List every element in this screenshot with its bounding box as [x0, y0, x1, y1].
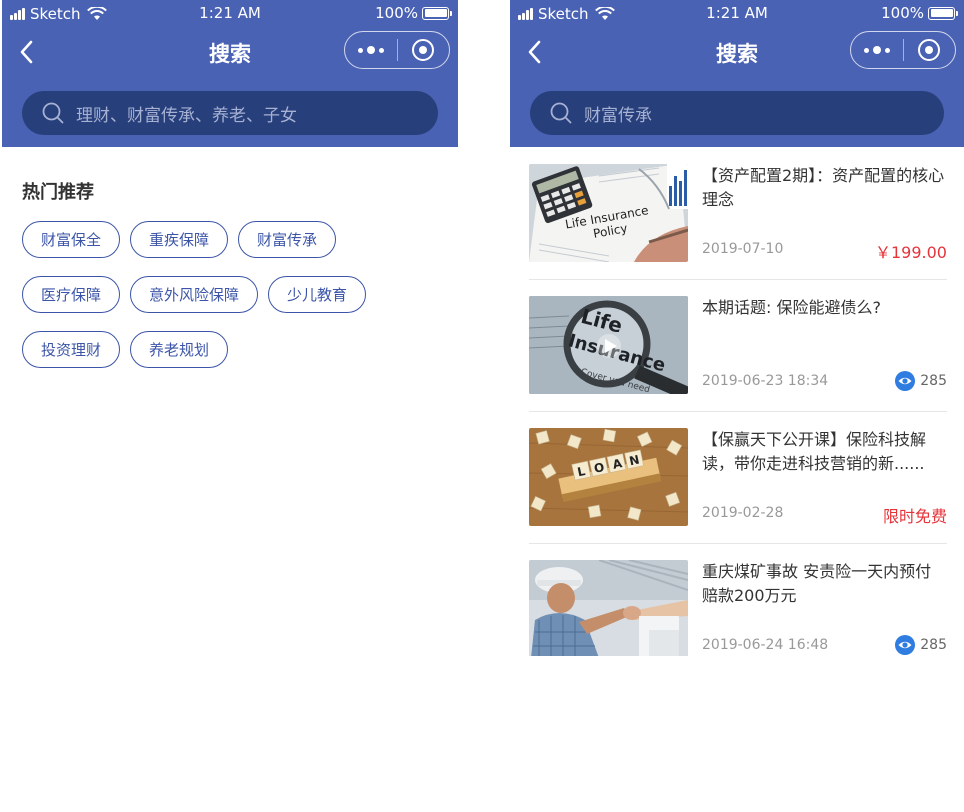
more-button[interactable]: [345, 32, 397, 68]
result-item[interactable]: 重庆煤矿事故 安责险一天内预付赔款200万元 2019-06-24 16:48 …: [529, 544, 947, 656]
tag-button[interactable]: 医疗保障: [22, 276, 121, 313]
thumbnail-image: LOAN: [529, 428, 688, 526]
target-circle-icon: [918, 39, 941, 61]
chevron-left-icon: [20, 40, 33, 64]
hot-recommend-title: 热门推荐: [22, 182, 94, 203]
result-item[interactable]: Life Insurance Policy 【资产配置2期】：资产配置的核心理念…: [529, 148, 947, 280]
status-bar: Sketch 1:21 AM 100%: [510, 0, 964, 28]
nav-bar: 搜索: [2, 30, 458, 74]
search-input[interactable]: 理财、财富传承、养老、子女: [22, 91, 438, 135]
search-screen-right: Sketch 1:21 AM 100% 搜索 财富传承 Life Insuran…: [510, 0, 964, 812]
more-dots-icon: [862, 46, 892, 54]
thumbnail-image: Life Insurance Policy: [529, 164, 688, 262]
search-input[interactable]: 财富传承: [530, 91, 944, 135]
carrier-label: Sketch: [30, 5, 81, 23]
tag-button[interactable]: 意外风险保障: [130, 276, 259, 313]
target-circle-icon: [412, 39, 435, 61]
free-badge: 限时免费: [882, 507, 947, 526]
chevron-left-icon: [528, 40, 541, 64]
search-results-list: Life Insurance Policy 【资产配置2期】：资产配置的核心理念…: [510, 148, 964, 656]
result-date: 2019-02-28: [702, 505, 784, 521]
battery-percent: 100%: [375, 4, 418, 22]
close-miniprogram-button[interactable]: [904, 32, 956, 68]
tag-button[interactable]: 投资理财: [22, 331, 121, 368]
result-title: 本期话题: 保险能避债么?: [702, 298, 881, 317]
close-miniprogram-button[interactable]: [398, 32, 450, 68]
result-date: 2019-07-10: [702, 241, 784, 257]
battery-icon: [422, 6, 452, 20]
eye-icon: [895, 635, 916, 655]
wifi-icon: [594, 7, 615, 20]
header: Sketch 1:21 AM 100% 搜索: [510, 0, 964, 147]
search-screen-left: Sketch 1:21 AM 100% 搜索 理财、财富传承、养老、子女 热门推…: [2, 0, 458, 812]
tag-button[interactable]: 少儿教育: [268, 276, 367, 313]
search-icon: [550, 102, 572, 124]
result-date: 2019-06-24 16:48: [702, 637, 829, 653]
tag-button[interactable]: 财富传承: [238, 221, 337, 258]
search-icon: [42, 102, 64, 124]
wifi-icon: [86, 7, 107, 20]
signal-icon: [10, 8, 26, 20]
more-button[interactable]: [851, 32, 903, 68]
tag-button[interactable]: 财富保全: [22, 221, 121, 258]
status-bar: Sketch 1:21 AM 100%: [2, 0, 458, 28]
more-dots-icon: [356, 46, 386, 54]
header: Sketch 1:21 AM 100% 搜索: [2, 0, 458, 147]
view-count: 285: [920, 373, 947, 389]
price-label: ￥199.00: [875, 243, 947, 262]
thumbnail-image: [529, 560, 688, 656]
search-query: 财富传承: [584, 105, 652, 126]
result-date: 2019-06-23 18:34: [702, 373, 829, 389]
battery-icon: [928, 6, 958, 20]
tag-button[interactable]: 养老规划: [130, 331, 229, 368]
result-title: 重庆煤矿事故 安责险一天内预付赔款200万元: [702, 562, 932, 605]
hot-tags: 财富保全 重疾保障 财富传承 医疗保障 意外风险保障 少儿教育 投资理财 养老规…: [22, 221, 452, 386]
battery-percent: 100%: [881, 4, 924, 22]
back-button[interactable]: [520, 38, 548, 66]
search-placeholder: 理财、财富传承、养老、子女: [76, 105, 297, 126]
result-item[interactable]: LOAN 【保赢天下公开课】保险科技解读，带你走进科技营销的新...... 20…: [529, 412, 947, 544]
eye-icon: [895, 371, 916, 391]
tag-button[interactable]: 重疾保障: [130, 221, 229, 258]
result-item[interactable]: Life Insurance Cover you need 本期话题: 保险能避…: [529, 280, 947, 412]
mini-program-capsule: [850, 31, 956, 69]
signal-icon: [518, 8, 534, 20]
nav-bar: 搜索: [510, 30, 964, 74]
view-count: 285: [920, 637, 947, 653]
carrier-label: Sketch: [538, 5, 589, 23]
mini-program-capsule: [344, 31, 450, 69]
video-thumbnail-image: Life Insurance Cover you need: [529, 296, 688, 394]
back-button[interactable]: [12, 38, 40, 66]
result-title: 【资产配置2期】：资产配置的核心理念: [702, 166, 945, 209]
result-title: 【保赢天下公开课】保险科技解读，带你走进科技营销的新......: [702, 430, 927, 473]
